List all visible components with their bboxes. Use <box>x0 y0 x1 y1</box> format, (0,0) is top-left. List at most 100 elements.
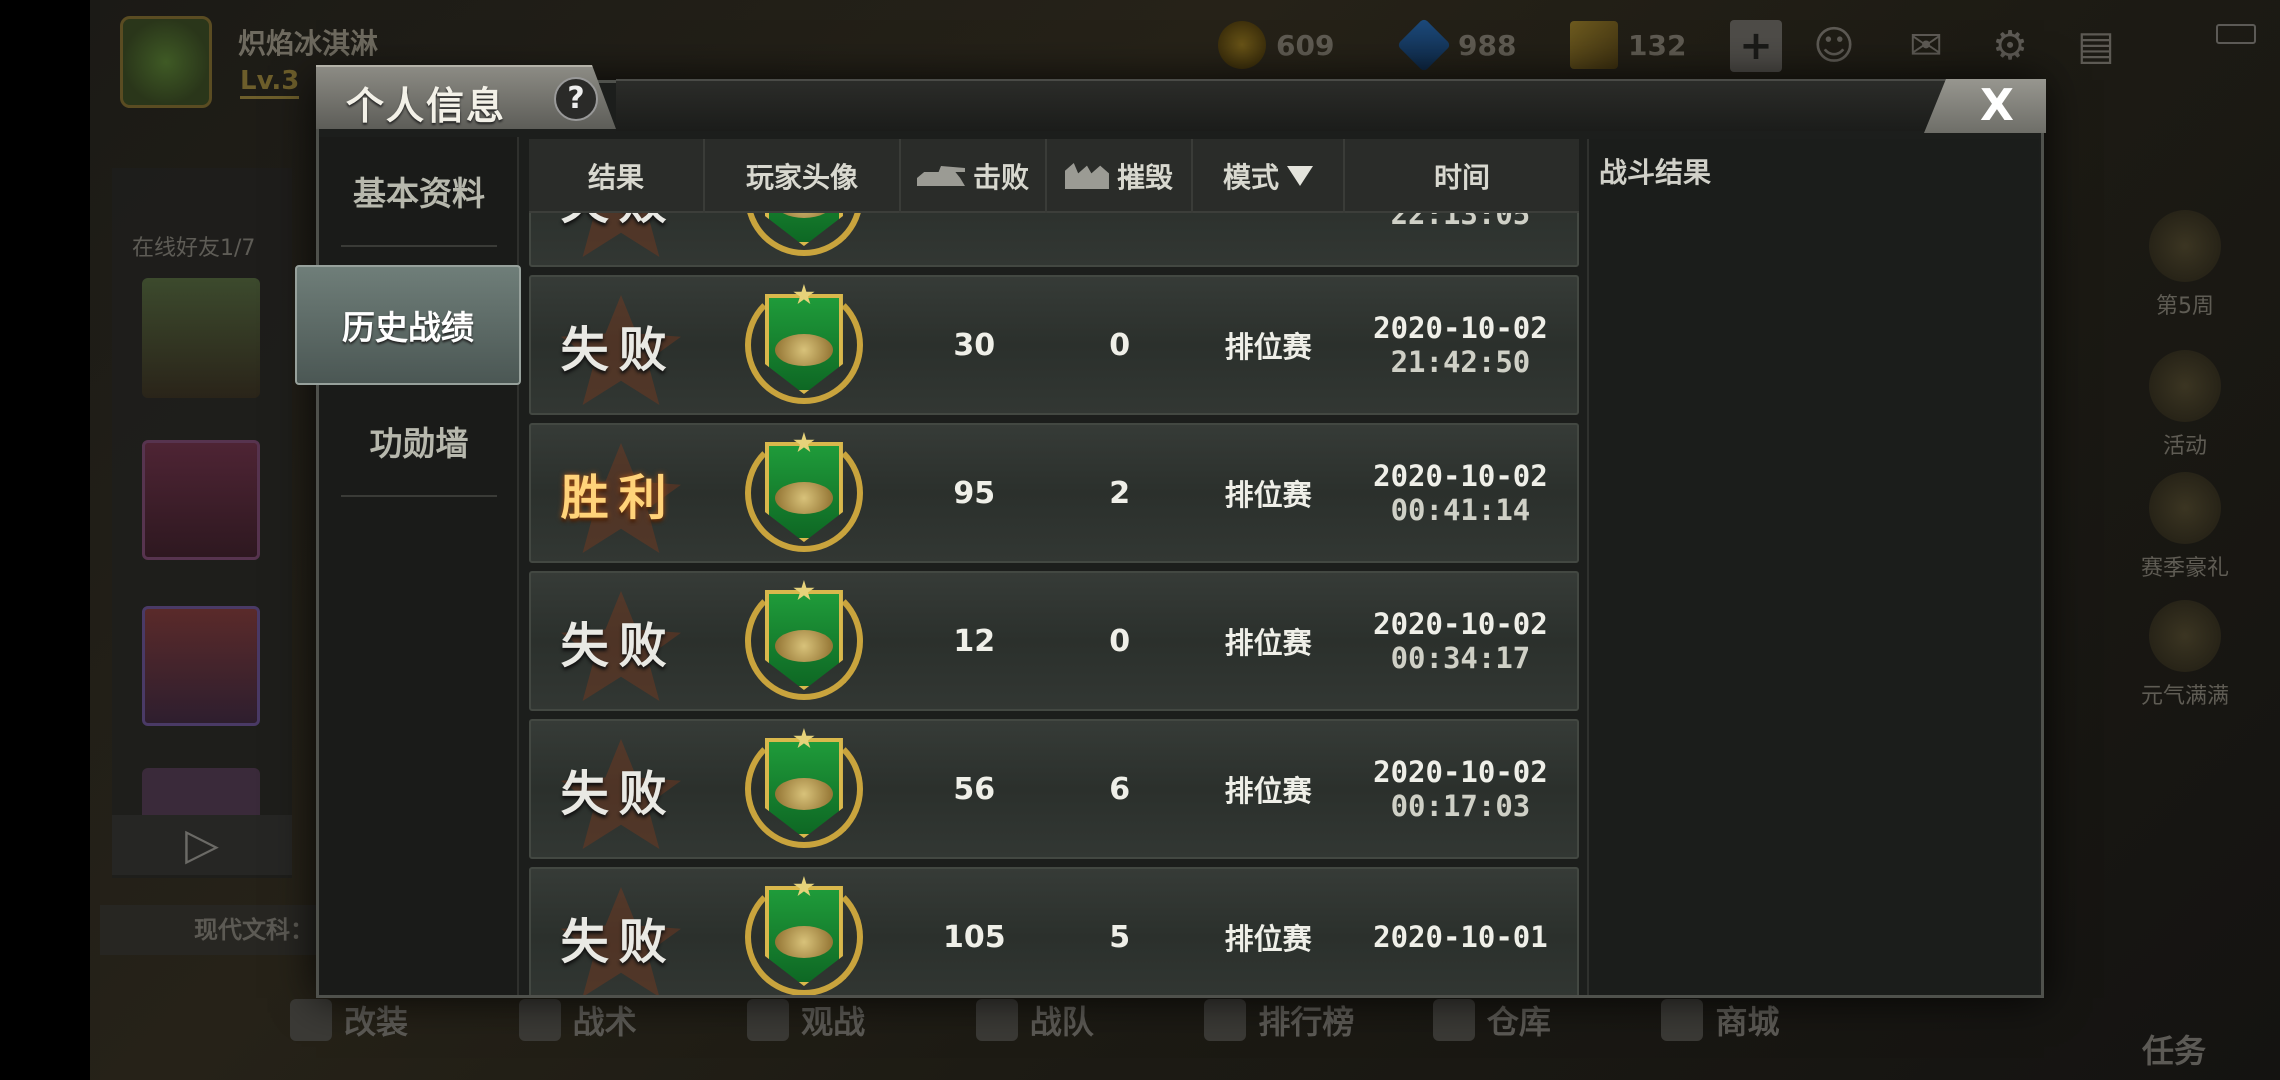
player-name: 炽焰冰淇淋 <box>238 27 379 60</box>
add-currency-icon[interactable]: + <box>1730 20 1782 72</box>
tank-icon <box>916 166 965 186</box>
header-strip <box>616 79 2044 131</box>
modal-title: 个人信息 <box>346 84 507 128</box>
time-cell: 2020-10-02 00:34:17 <box>1344 573 1577 709</box>
date-text: 2020-10-01 <box>1373 920 1548 954</box>
shop-icon <box>1661 999 1704 1041</box>
gold-resource[interactable]: 609 <box>1218 21 1334 69</box>
tab-battle-history[interactable]: 历史战绩 <box>295 265 521 385</box>
nav-shop[interactable]: 商城 <box>1661 990 1890 1050</box>
nav-modify[interactable]: 改装 <box>290 990 519 1050</box>
battery-icon <box>2216 24 2256 44</box>
time-cell: 2020-10-01 <box>1344 869 1577 995</box>
player-emblem-icon[interactable] <box>744 284 863 404</box>
dish-shape <box>774 926 833 958</box>
result-text: 失败 <box>560 618 677 674</box>
ticket-icon <box>1570 21 1618 69</box>
result-cell: 失败 <box>531 277 706 413</box>
tab-basic-info[interactable]: 基本资料 <box>341 137 497 247</box>
kills-cell: 95 <box>953 475 996 511</box>
mode-cell: 排位赛 <box>1224 478 1312 512</box>
star-badge-icon <box>2149 350 2221 422</box>
tab-medal-wall[interactable]: 功勋墙 <box>341 387 497 497</box>
column-mode[interactable]: 模式 <box>1193 139 1345 213</box>
nav-ranking[interactable]: 排行榜 <box>1204 990 1433 1050</box>
mode-cell: 排位赛 <box>1224 774 1312 808</box>
battle-history-table: 结果 玩家头像 击败 摧毁 模式 时间 失败1120排位赛2020-10-022… <box>529 139 1579 995</box>
column-result: 结果 <box>529 139 705 213</box>
event-calendar[interactable]: 元气满满 <box>2120 600 2250 710</box>
mail-icon[interactable]: ✉ <box>1900 20 1952 72</box>
help-button[interactable]: ? <box>554 77 598 121</box>
avatar-cell <box>706 573 901 709</box>
event-season[interactable]: 赛季豪礼 <box>2120 472 2250 582</box>
expand-arrow-icon[interactable]: ▷ <box>112 815 292 875</box>
player-emblem-icon[interactable] <box>744 728 863 848</box>
dish-shape <box>774 778 833 810</box>
avatar-cell <box>706 425 901 561</box>
friend-card[interactable] <box>142 606 260 726</box>
date-text: 2020-10-02 <box>1373 459 1548 493</box>
date-text: 2020-10-02 <box>1373 755 1548 789</box>
dish-shape <box>774 630 833 662</box>
nav-tactics[interactable]: 战术 <box>518 990 748 1050</box>
destroyed-cell: 0 <box>1109 623 1131 659</box>
event-week[interactable]: 第5周 <box>2120 210 2250 320</box>
nav-warehouse[interactable]: 仓库 <box>1432 990 1662 1050</box>
table-header: 结果 玩家头像 击败 摧毁 模式 时间 <box>529 139 1579 213</box>
table-row[interactable]: 失败 12 0 排位赛 2020-10-02 00:34:17 <box>529 571 1579 711</box>
clock-text: 21:42:50 <box>1390 345 1531 379</box>
wrench-icon <box>290 999 332 1041</box>
diamond-resource[interactable]: 988 <box>1396 17 1517 73</box>
nav-spectate[interactable]: 观战 <box>747 990 976 1050</box>
ticket-amount: 132 <box>1628 28 1687 62</box>
player-level: Lv.3 <box>240 66 300 99</box>
event-activity[interactable]: 活动 <box>2120 350 2250 460</box>
table-row[interactable]: 失败 105 5 排位赛 2020-10-01 <box>529 867 1579 995</box>
gold-coin-icon <box>1218 21 1266 69</box>
friend-card[interactable] <box>142 278 260 398</box>
time-cell: 2020-10-02 00:17:03 <box>1344 721 1577 857</box>
ticket-resource[interactable]: 132 <box>1570 21 1687 69</box>
avatar-cell <box>706 869 901 995</box>
shield-icon <box>975 999 1018 1041</box>
online-friends-label: 在线好友1/7 <box>132 236 256 261</box>
result-cell: 失败 <box>531 721 706 857</box>
destroyed-cell: 6 <box>1109 771 1131 807</box>
table-row[interactable]: 失败 56 6 排位赛 2020-10-02 00:17:03 <box>529 719 1579 859</box>
personal-info-modal: 个人信息 ? X 基本资料 历史战绩 功勋墙 结果 玩家头像 击败 摧毁 模式 … <box>295 65 2046 998</box>
mode-cell: 排位赛 <box>1224 922 1312 956</box>
dropdown-triangle-icon[interactable] <box>1287 166 1313 186</box>
info-book-icon[interactable]: ▤ <box>2070 20 2122 72</box>
player-emblem-icon[interactable] <box>744 876 863 995</box>
player-emblem-icon[interactable] <box>744 580 863 700</box>
date-text: 2020-10-02 <box>1373 311 1548 345</box>
task-button[interactable]: 任务 <box>2142 1026 2206 1072</box>
result-text: 失败 <box>560 914 677 970</box>
table-row[interactable]: 失败 30 0 排位赛 2020-10-02 21:42:50 <box>529 275 1579 415</box>
clock-text: 00:34:17 <box>1390 641 1531 675</box>
diamond-amount: 988 <box>1458 28 1517 62</box>
mode-cell: 排位赛 <box>1224 626 1312 660</box>
friend-card[interactable] <box>142 440 260 560</box>
chat-bar[interactable]: 现代文科： <box>100 905 330 955</box>
friends-icon[interactable]: ☺ <box>1808 20 1860 72</box>
nav-team[interactable]: 战队 <box>975 990 1205 1050</box>
mode-cell: 排位赛 <box>1224 330 1312 364</box>
clock-text: 00:17:03 <box>1390 789 1531 823</box>
time-cell: 2020-10-02 21:42:50 <box>1344 277 1577 413</box>
player-emblem-icon[interactable] <box>744 432 863 552</box>
kills-cell: 105 <box>942 919 1006 955</box>
player-avatar[interactable] <box>120 16 212 108</box>
destroyed-cell: 5 <box>1109 919 1131 955</box>
avatar-cell <box>706 277 901 413</box>
column-time: 时间 <box>1433 161 1490 194</box>
result-text: 胜利 <box>560 470 677 526</box>
trophy-icon <box>1204 999 1247 1041</box>
modal-sidebar: 基本资料 历史战绩 功勋墙 <box>295 137 521 995</box>
time-cell: 2020-10-02 00:41:14 <box>1344 425 1577 561</box>
house-icon <box>1432 999 1475 1041</box>
table-row[interactable]: 胜利 95 2 排位赛 2020-10-02 00:41:14 <box>529 423 1579 563</box>
gear-icon[interactable]: ⚙ <box>1984 20 2036 72</box>
kills-cell: 12 <box>953 623 996 659</box>
